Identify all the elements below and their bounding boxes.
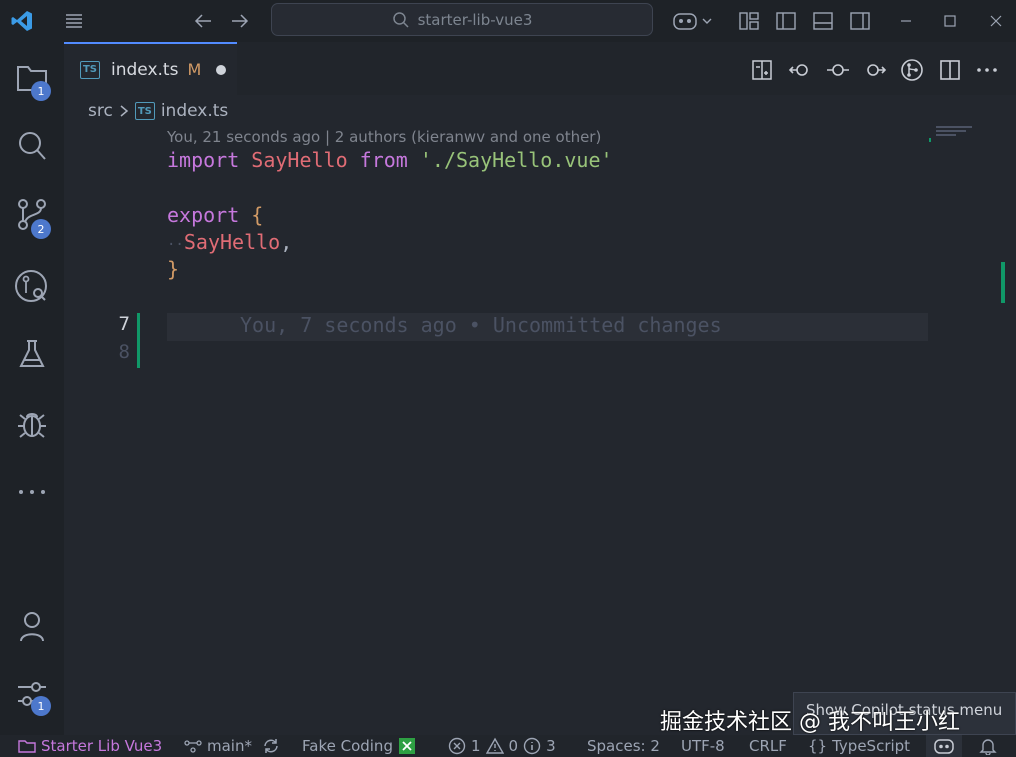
encoding-status-item[interactable]: UTF-8 (681, 735, 725, 757)
code-line-4[interactable]: ··SayHello, (167, 230, 292, 254)
close-brace: } (167, 257, 180, 281)
activity-bar: 1 2 1 (0, 42, 64, 735)
indent-guide: ·· (167, 237, 184, 253)
info-icon (523, 737, 541, 755)
git-codelens[interactable]: You, 21 seconds ago | 2 authors (kieranw… (167, 128, 601, 146)
minimap-line (936, 130, 966, 132)
identifier: SayHello (251, 148, 348, 172)
minimize-icon[interactable] (893, 8, 919, 34)
command-center-label: starter-lib-vue3 (417, 10, 533, 29)
git-graph-icon[interactable] (12, 266, 52, 306)
customize-layout-icon[interactable] (736, 8, 762, 34)
language-mode-status-item[interactable]: {} TypeScript (808, 735, 910, 757)
maximize-icon[interactable] (937, 8, 963, 34)
braces-icon: {} (808, 737, 828, 755)
warning-count: 0 (508, 737, 519, 755)
code-line-5[interactable]: } (167, 257, 179, 281)
search-icon (392, 11, 410, 29)
identifier: SayHello (183, 230, 281, 254)
breadcrumb: src TS index.ts (88, 98, 228, 124)
typescript-file-icon: TS (134, 102, 155, 120)
breadcrumb-file[interactable]: index.ts (161, 101, 228, 121)
overview-ruler-change-marker (1001, 262, 1005, 303)
typescript-file-icon: TS (80, 60, 100, 79)
tab-modified-status: M (187, 60, 202, 79)
status-bar: Starter Lib Vue3 main* Fake Coding 1 0 3… (0, 735, 1016, 757)
watermark-text: 掘金技术社区 @ 我不叫王小红 (660, 710, 960, 735)
code-line-3[interactable]: export { (167, 203, 263, 227)
compare-changes-icon[interactable] (749, 57, 775, 83)
forward-arrow-icon[interactable] (227, 8, 253, 34)
close-icon[interactable] (983, 8, 1009, 34)
branch-status-item[interactable]: main* (184, 735, 252, 757)
fake-coding-label: Fake Coding (302, 737, 393, 755)
export-keyword: export (167, 203, 240, 227)
toggle-panel-icon[interactable] (810, 8, 836, 34)
title-bar: starter-lib-vue3 (0, 0, 1016, 42)
comma: , (280, 230, 293, 254)
accounts-icon[interactable] (12, 606, 52, 646)
chevron-right-icon (119, 104, 129, 118)
menu-icon[interactable] (61, 8, 87, 34)
branch-name: main* (207, 737, 252, 755)
minimap-line (936, 134, 956, 136)
project-status-item[interactable]: Starter Lib Vue3 (18, 735, 162, 757)
copilot-status-button[interactable] (926, 735, 962, 757)
git-added-gutter-indicator (137, 313, 140, 368)
checkbox-x-icon (398, 737, 416, 755)
git-lens-toggle-icon[interactable] (899, 57, 925, 83)
language-label: TypeScript (832, 737, 911, 755)
line-number-7: 7 (118, 313, 130, 335)
testing-flask-icon[interactable] (12, 334, 52, 374)
toggle-primary-sidebar-icon[interactable] (773, 8, 799, 34)
inline-blame: You, 7 seconds ago • Uncommitted changes (240, 313, 722, 337)
tab-index-ts[interactable]: TS index.ts M (64, 42, 237, 95)
project-name: Starter Lib Vue3 (41, 737, 163, 755)
more-views-icon[interactable] (12, 472, 52, 512)
open-changes-icon[interactable] (825, 57, 851, 83)
error-count: 1 (471, 737, 481, 755)
split-editor-icon[interactable] (937, 57, 963, 83)
minimap-line (936, 126, 972, 128)
code-line-1[interactable]: import SayHello from './SayHello.vue' (167, 148, 613, 172)
back-arrow-icon[interactable] (190, 8, 216, 34)
problems-status-item[interactable]: 1 0 3 (448, 735, 556, 757)
unsaved-dot-icon[interactable] (216, 64, 227, 75)
fake-coding-status-item[interactable]: Fake Coding (302, 735, 416, 757)
source-control-badge: 2 (31, 219, 51, 239)
command-center-search[interactable]: starter-lib-vue3 (271, 3, 653, 36)
copilot-icon[interactable] (670, 8, 714, 34)
manage-badge: 1 (31, 696, 51, 716)
search-view-icon[interactable] (12, 126, 52, 166)
notifications-bell-icon[interactable] (979, 735, 997, 757)
debug-bug-icon[interactable] (12, 404, 52, 444)
next-change-icon[interactable] (862, 57, 888, 83)
folder-icon (18, 739, 36, 753)
previous-change-icon[interactable] (787, 57, 813, 83)
breadcrumb-folder[interactable]: src (88, 101, 113, 121)
explorer-badge: 1 (31, 81, 51, 101)
sync-icon[interactable] (262, 735, 280, 757)
from-keyword: from (359, 148, 408, 172)
tab-filename: index.ts (111, 59, 179, 80)
toggle-secondary-sidebar-icon[interactable] (847, 8, 873, 34)
warning-icon (485, 737, 504, 755)
string-literal: './SayHello.vue' (419, 148, 613, 172)
info-count: 3 (546, 737, 556, 755)
line-number-8: 8 (118, 341, 130, 363)
vscode-logo-icon (9, 8, 35, 34)
import-keyword: import (167, 148, 240, 172)
error-icon (448, 737, 466, 755)
more-actions-icon[interactable] (974, 57, 1000, 83)
git-branch-icon (184, 739, 202, 753)
indentation-status-item[interactable]: Spaces: 2 (587, 735, 660, 757)
open-brace: { (251, 203, 264, 227)
eol-status-item[interactable]: CRLF (749, 735, 787, 757)
minimap-change-marker (929, 138, 931, 142)
